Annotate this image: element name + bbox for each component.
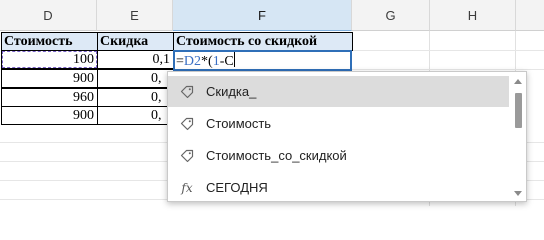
cell-d5[interactable]: 900	[1, 106, 98, 125]
tag-icon	[168, 117, 206, 131]
column-header-g[interactable]: G	[352, 0, 430, 31]
cell-e1[interactable]: Скидка	[97, 32, 174, 51]
column-header-h[interactable]: H	[430, 0, 516, 31]
function-icon: fx	[181, 180, 193, 195]
autocomplete-item-label: Стоимость_со_скидкой	[206, 148, 347, 163]
formula-literal: 1	[212, 54, 220, 69]
formula-operator: *(	[201, 54, 213, 69]
column-header-e[interactable]: E	[97, 0, 173, 31]
tag-icon	[168, 85, 206, 99]
cell-e4[interactable]: 0,	[97, 88, 174, 107]
autocomplete-item-label: СЕГОДНЯ	[206, 180, 268, 195]
autocomplete-item-label: Стоимость	[206, 116, 272, 131]
formula-reference-d2: D2	[183, 54, 202, 69]
cell-d4[interactable]: 960	[1, 88, 98, 107]
autocomplete-item-label: Скидка_	[206, 84, 257, 99]
autocomplete-item[interactable]: Стоимость_со_скидкой	[168, 140, 509, 171]
grid-line	[352, 69, 544, 70]
grid-line	[352, 50, 544, 51]
cell-f2-editor[interactable]: =D2*(1-С	[173, 50, 352, 71]
text-cursor	[233, 52, 235, 67]
cell-d1[interactable]: Стоимость	[1, 32, 98, 51]
autocomplete-item[interactable]: Скидка_	[168, 76, 509, 107]
autocomplete-item[interactable]: fx СЕГОДНЯ	[168, 172, 509, 203]
column-header-f[interactable]: F	[173, 0, 352, 31]
column-header-filler	[516, 0, 544, 31]
cell-d3[interactable]: 900	[1, 69, 98, 88]
scroll-up-icon[interactable]	[514, 79, 522, 84]
scrollbar[interactable]	[511, 74, 525, 201]
cell-e3[interactable]: 0,	[97, 69, 174, 88]
reference-highlight-d2	[2, 51, 97, 68]
scroll-down-icon[interactable]	[514, 191, 522, 196]
autocomplete-item[interactable]: Стоимость	[168, 108, 509, 139]
autocomplete-popup: Скидка_ Стоимость Стоимость_со_скидкой f…	[167, 71, 527, 202]
cell-e2[interactable]: 0,1	[97, 50, 174, 69]
formula-equals: =	[176, 54, 184, 69]
formula-rest: -С	[219, 54, 234, 69]
cell-e5[interactable]: 0,	[97, 106, 174, 125]
tag-icon	[168, 149, 206, 163]
scrollbar-thumb[interactable]	[515, 93, 522, 128]
column-header-d[interactable]: D	[0, 0, 97, 31]
cell-f1[interactable]: Стоимость со скидкой	[173, 32, 353, 51]
